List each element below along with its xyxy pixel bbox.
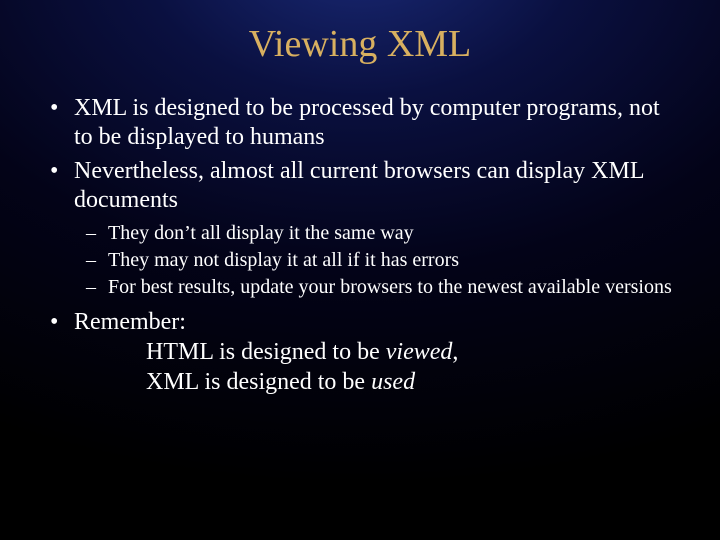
remember-line-2-emph: used	[371, 369, 415, 395]
sub-bullet-item: For best results, update your browsers t…	[100, 275, 684, 300]
remember-block: HTML is designed to be viewed, XML is de…	[74, 337, 684, 397]
slide-title: Viewing XML	[36, 22, 684, 66]
sub-bullet-list: They don’t all display it the same way T…	[74, 221, 684, 300]
bullet-text: Remember:	[74, 309, 186, 335]
sub-bullet-item: They don’t all display it the same way	[100, 221, 684, 246]
bullet-item: XML is designed to be processed by compu…	[64, 94, 684, 153]
bullet-text: Nevertheless, almost all current browser…	[74, 158, 644, 213]
sub-bullet-text: They don’t all display it the same way	[108, 222, 414, 244]
slide: Viewing XML XML is designed to be proces…	[0, 0, 720, 540]
sub-bullet-text: For best results, update your browsers t…	[108, 276, 672, 298]
bullet-text: XML is designed to be processed by compu…	[74, 95, 660, 150]
remember-line-1-text: HTML is designed to be	[146, 339, 386, 365]
remember-line-1-punct: ,	[452, 339, 458, 365]
bullet-item: Nevertheless, almost all current browser…	[64, 157, 684, 301]
bullet-item: Remember: HTML is designed to be viewed,…	[64, 308, 684, 397]
remember-line-2-text: XML is designed to be	[146, 369, 371, 395]
sub-bullet-text: They may not display it at all if it has…	[108, 249, 459, 271]
bullet-list: XML is designed to be processed by compu…	[36, 94, 684, 397]
sub-bullet-item: They may not display it at all if it has…	[100, 248, 684, 273]
remember-line-1-emph: viewed	[386, 339, 453, 365]
